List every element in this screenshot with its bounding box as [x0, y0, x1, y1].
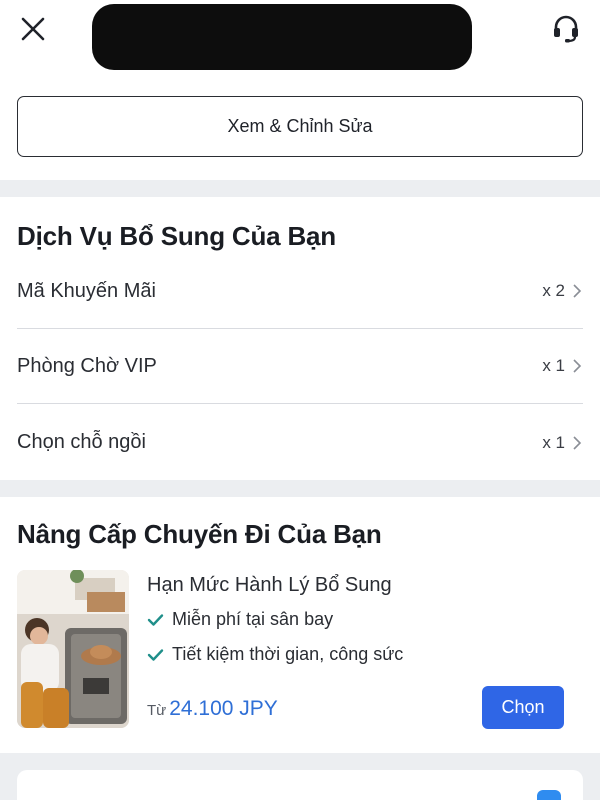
- view-edit-button[interactable]: Xem & Chỉnh Sửa: [17, 96, 583, 157]
- header: Xem & Chỉnh Sửa: [0, 0, 600, 180]
- service-count: x 1: [542, 356, 565, 375]
- next-card-toggle[interactable]: [537, 790, 561, 800]
- booking-detail-page: Xem & Chỉnh Sửa Dịch Vụ Bổ Sung Của Bạn …: [0, 0, 600, 800]
- service-row-vip-lounge[interactable]: Phòng Chờ VIP x 1: [17, 329, 583, 404]
- service-count: x 2: [542, 281, 565, 300]
- service-label: Mã Khuyến Mãi: [17, 279, 156, 302]
- service-label: Chọn chỗ ngồi: [17, 431, 146, 453]
- upgrade-trip-card: Nâng Cấp Chuyến Đi Của Bạn Hạn Mức Hành …: [0, 497, 600, 753]
- view-edit-button-label: Xem & Chỉnh Sửa: [227, 116, 373, 136]
- close-button[interactable]: [18, 14, 48, 44]
- chevron-right-icon: [573, 284, 582, 298]
- service-count-group: x 2: [542, 281, 583, 301]
- offer-benefit-text: Tiết kiệm thời gian, công sức: [172, 644, 404, 664]
- select-offer-button-label: Chọn: [501, 697, 545, 717]
- offer-benefit: Miễn phí tại sân bay: [147, 609, 333, 630]
- additional-services-card: Dịch Vụ Bổ Sung Của Bạn Mã Khuyến Mãi x …: [0, 197, 600, 480]
- close-icon: [21, 17, 45, 41]
- offer-price: Từ 24.100 JPY: [147, 697, 278, 721]
- services-title: Dịch Vụ Bổ Sung Của Bạn: [17, 221, 336, 251]
- service-count-group: x 1: [542, 356, 583, 376]
- baggage-offer-image: [17, 570, 129, 728]
- service-count-group: x 1: [542, 433, 583, 453]
- offer-title: Hạn Mức Hành Lý Bổ Sung: [147, 574, 392, 596]
- upgrade-title: Nâng Cấp Chuyến Đi Của Bạn: [17, 519, 382, 549]
- offer-benefit: Tiết kiệm thời gian, công sức: [147, 644, 403, 665]
- next-card-partial: [17, 770, 583, 800]
- check-icon: [147, 613, 164, 626]
- select-offer-button[interactable]: Chọn: [482, 686, 564, 729]
- price-value: 24.100 JPY: [169, 697, 278, 720]
- support-button[interactable]: [550, 12, 582, 44]
- service-label: Phòng Chờ VIP: [17, 354, 157, 377]
- check-icon: [147, 648, 164, 661]
- redacted-region: [92, 4, 472, 70]
- chevron-right-icon: [573, 359, 582, 373]
- service-row-promo-code[interactable]: Mã Khuyến Mãi x 2: [17, 254, 583, 329]
- headset-icon: [554, 15, 578, 43]
- service-count: x 1: [542, 432, 565, 452]
- chevron-right-icon: [573, 435, 582, 450]
- service-row-seat-selection[interactable]: Chọn chỗ ngồi x 1: [17, 405, 583, 480]
- offer-benefit-text: Miễn phí tại sân bay: [172, 609, 334, 629]
- price-prefix: Từ: [147, 702, 167, 719]
